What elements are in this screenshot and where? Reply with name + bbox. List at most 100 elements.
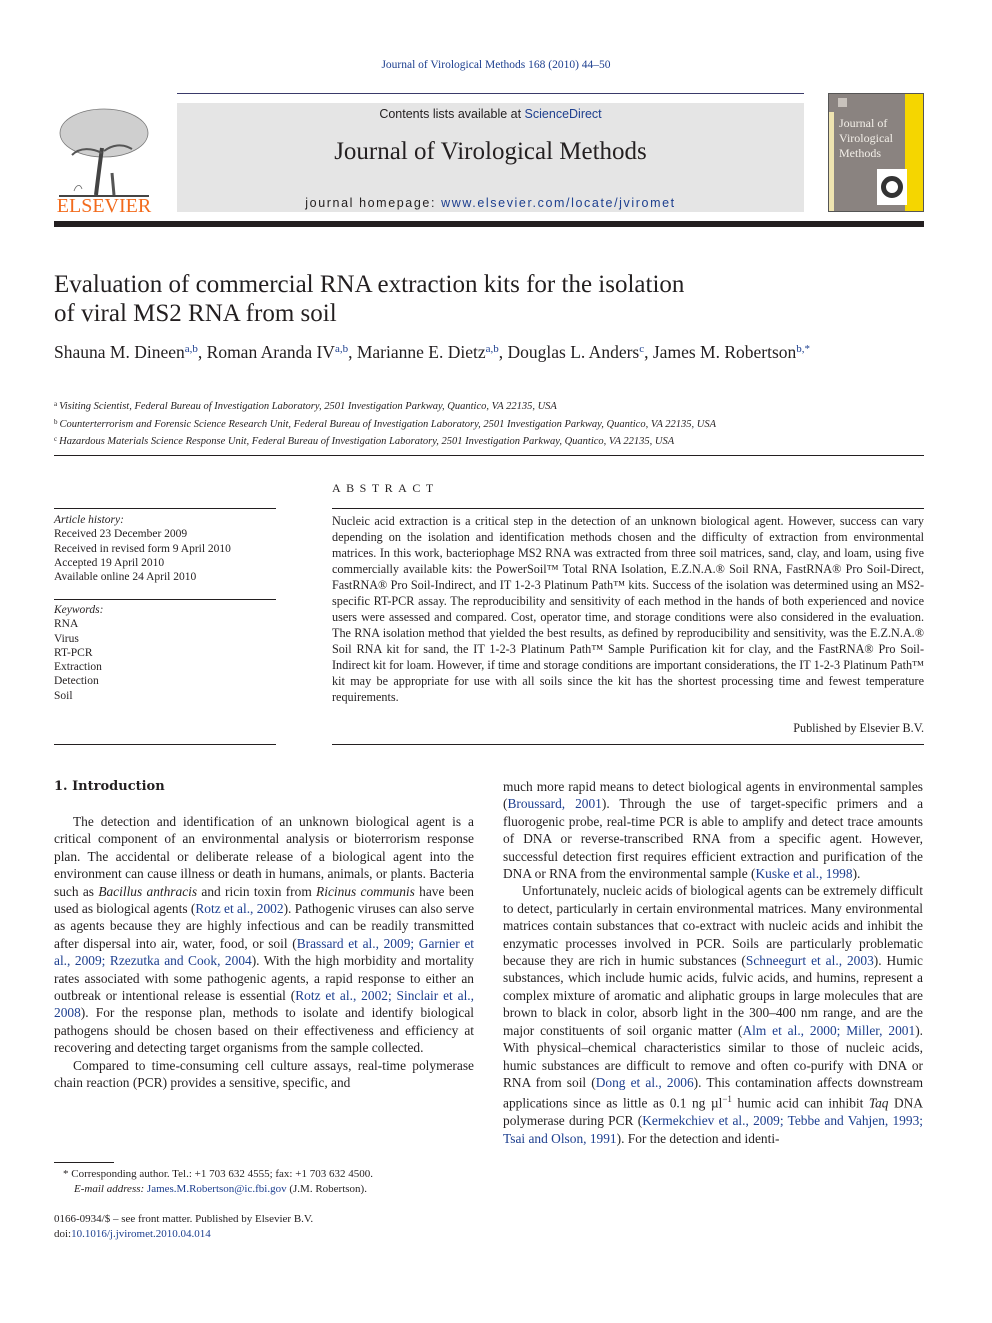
body-paragraph: The detection and identification of an u…	[54, 814, 475, 1056]
affiliation-item: a Visiting Scientist, Federal Bureau of I…	[54, 397, 934, 415]
cover-title-line: Virological	[839, 131, 893, 145]
citation-link[interactable]: Dong et al., 2006	[596, 1075, 694, 1090]
author-name: Roman Aranda IV	[206, 342, 335, 362]
banner-rule	[177, 93, 804, 94]
corresponding-line: * Corresponding author. Tel.: +1 703 632…	[63, 1167, 483, 1182]
citation-link[interactable]: Alm et al., 2000; Miller, 2001	[742, 1023, 915, 1038]
affiliation-key: b	[54, 417, 58, 426]
keyword-item: RT-PCR	[54, 646, 93, 659]
corresponding-text: Corresponding author. Tel.: +1 703 632 4…	[68, 1168, 373, 1180]
article-history-heading: Article history:	[54, 514, 124, 526]
body-paragraph: Compared to time-consuming cell culture …	[54, 1057, 474, 1091]
section-heading-introduction: 1. Introduction	[54, 779, 165, 794]
history-item: Received 23 December 2009	[54, 528, 188, 541]
contents-prefix: Contents lists available at	[379, 107, 525, 121]
article-title-line-2: of viral MS2 RNA from soil	[54, 300, 337, 327]
body-column-left: The detection and identification of an u…	[54, 813, 474, 1092]
author-affiliation-link[interactable]: a,b	[486, 343, 499, 355]
keyword-item: Extraction	[54, 661, 102, 674]
italic-term: Bacillus anthracis	[98, 883, 198, 899]
keyword-item: RNA	[54, 618, 79, 631]
citation-link[interactable]: Schneegurt et al., 2003	[746, 953, 874, 968]
doi-prefix: doi:	[54, 1227, 72, 1240]
cover-yellow-band	[905, 94, 923, 211]
author-affiliation-link[interactable]: a,b	[335, 343, 348, 355]
running-head[interactable]: Journal of Virological Methods 168 (2010…	[0, 59, 992, 71]
affiliation-text: Hazardous Materials Science Response Uni…	[59, 436, 675, 447]
affiliation-item: b Counterterrorism and Forensic Science R…	[54, 415, 934, 433]
article-title-line-1: Evaluation of commercial RNA extraction …	[54, 271, 685, 298]
email-suffix: (J.M. Robertson).	[286, 1182, 367, 1195]
journal-cover-thumbnail[interactable]: Journal of Virological Methods	[828, 93, 924, 212]
body-column-right: much more rapid means to detect biologic…	[503, 778, 923, 1147]
affiliations: a Visiting Scientist, Federal Bureau of I…	[54, 397, 934, 450]
email-label: E-mail address:	[74, 1182, 147, 1195]
cover-title-line: Methods	[839, 146, 881, 160]
article-history: Article history: Received 23 December 20…	[54, 513, 276, 584]
issn-line: 0166-0934/$ – see front matter. Publishe…	[54, 1213, 314, 1225]
keyword-item: Detection	[54, 675, 99, 688]
cover-virus-emblem-icon	[877, 169, 907, 205]
citation-link[interactable]: Broussard, 2001	[507, 796, 601, 811]
article-title: Evaluation of commercial RNA extraction …	[54, 270, 814, 328]
abstract-heading: ABSTRACT	[332, 481, 439, 495]
header-thick-rule	[54, 221, 924, 227]
cover-title: Journal of Virological Methods	[839, 116, 893, 161]
author-affiliation-link[interactable]: b,*	[796, 343, 810, 355]
affiliation-text: Counterterrorism and Forensic Science Re…	[59, 418, 717, 430]
corresponding-author-footnote: * Corresponding author. Tel.: +1 703 632…	[63, 1167, 483, 1196]
journal-title: Journal of Virological Methods	[334, 138, 647, 165]
superscript: −1	[722, 1094, 732, 1105]
keywords-rule	[54, 599, 276, 600]
cover-light-strip	[829, 112, 834, 211]
author-name: Shauna M. Dineen	[54, 342, 185, 362]
article-info-bottom-rule	[54, 744, 276, 745]
affiliation-key: a	[54, 400, 58, 408]
italic-term: Taq	[868, 1095, 889, 1111]
doi-line: doi:10.1016/j.jviromet.2010.04.014	[54, 1227, 474, 1242]
author-name: Marianne E. Dietz	[356, 342, 486, 362]
citation-link[interactable]: Brassard et al., 2009; Garnier et al., 2…	[54, 936, 474, 968]
author-affiliation-link[interactable]: c	[639, 343, 644, 355]
abstract-rule	[332, 508, 924, 509]
footnote-rule	[54, 1162, 114, 1163]
affiliation-item: c Hazardous Materials Science Response Un…	[54, 432, 934, 450]
affiliation-text: Visiting Scientist, Federal Bureau of In…	[59, 401, 557, 412]
cover-title-line: Journal of	[839, 116, 888, 130]
email-link[interactable]: James.M.Robertson@ic.fbi.gov	[147, 1183, 287, 1195]
abstract-bottom-rule	[332, 744, 924, 745]
article-info-rule	[54, 508, 276, 509]
history-item: Available online 24 April 2010	[54, 571, 197, 584]
citation-link[interactable]: Kermekchiev et al., 2009; Tebbe and Vahj…	[503, 1113, 923, 1145]
abstract-text: Nucleic acid extraction is a critical st…	[332, 514, 924, 704]
affiliation-rule	[54, 455, 924, 456]
homepage-prefix: journal homepage:	[305, 196, 442, 210]
author-affiliation-link[interactable]: a,b	[185, 343, 198, 355]
keyword-item: Virus	[54, 632, 79, 645]
author-list: Shauna M. Dineena,b, Roman Aranda IVa,b,…	[54, 342, 811, 362]
citation-link[interactable]: Rotz et al., 2002; Sinclair et al., 2008	[54, 988, 474, 1020]
email-line: E-mail address: James.M.Robertson@ic.fbi…	[63, 1182, 483, 1197]
front-matter: 0166-0934/$ – see front matter. Publishe…	[54, 1212, 474, 1241]
sciencedirect-link[interactable]: ScienceDirect	[525, 107, 602, 121]
doi-link[interactable]: 10.1016/j.jviromet.2010.04.014	[71, 1228, 211, 1240]
keywords-heading: Keywords:	[54, 604, 104, 616]
keyword-item: Soil	[54, 689, 73, 702]
citation-link[interactable]: Rotz et al., 2002	[195, 901, 283, 916]
contents-line: Contents lists available at ScienceDirec…	[177, 107, 804, 121]
keywords: Keywords: RNA Virus RT-PCR Extraction De…	[54, 603, 276, 703]
body-paragraph: much more rapid means to detect biologic…	[503, 779, 924, 882]
history-item: Accepted 19 April 2010	[54, 556, 165, 569]
citation-link[interactable]: Kuske et al., 1998	[756, 866, 853, 881]
cover-elsevier-icon	[838, 98, 847, 107]
published-by: Published by Elsevier B.V.	[793, 721, 924, 735]
affiliation-key: c	[54, 435, 58, 443]
history-item: Received in revised form 9 April 2010	[54, 542, 231, 555]
author-name: James M. Robertson	[652, 342, 797, 362]
italic-term: Ricinus communis	[316, 883, 415, 899]
body-paragraph: Unfortunately, nucleic acids of biologic…	[503, 883, 924, 1146]
homepage-line: journal homepage: www.elsevier.com/locat…	[177, 196, 804, 210]
journal-homepage-link[interactable]: www.elsevier.com/locate/jviromet	[441, 196, 676, 210]
elsevier-wordmark: ELSEVIER	[56, 195, 152, 217]
journal-masthead: Contents lists available at ScienceDirec…	[177, 103, 804, 212]
